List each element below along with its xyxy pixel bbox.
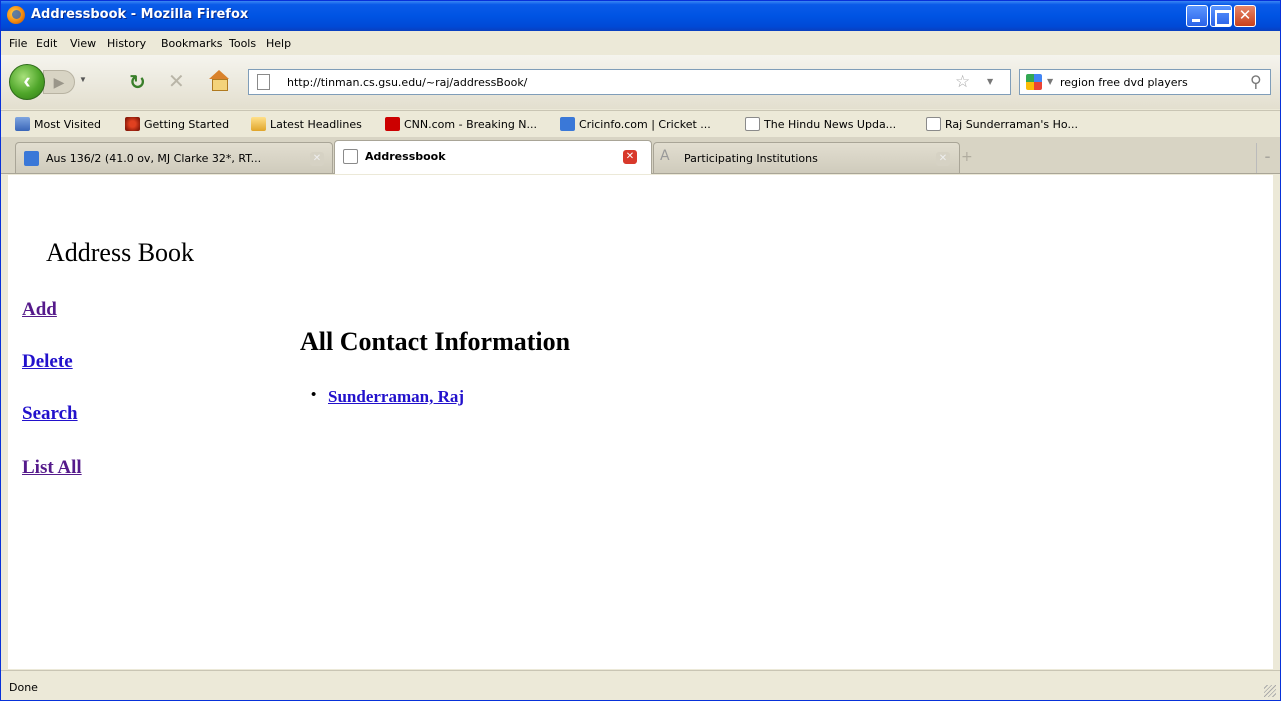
page-icon	[926, 117, 941, 131]
minus-icon: –	[1264, 150, 1271, 163]
main-heading: All Contact Information	[300, 327, 571, 356]
search-input[interactable]: region free dvd players	[1060, 76, 1188, 89]
most-visited-icon	[15, 117, 30, 131]
close-tab-icon[interactable]: ✕	[623, 150, 637, 164]
close-tab-icon[interactable]: ✕	[310, 152, 324, 166]
bookmark-raj-homepage[interactable]: Raj Sunderraman's Ho...	[926, 117, 1078, 131]
menu-view[interactable]: View	[70, 37, 96, 50]
bookmarks-toolbar: Most Visited Getting Started Latest Head…	[1, 110, 1280, 136]
menu-help[interactable]: Help	[266, 37, 291, 50]
title-bar: Addressbook - Mozilla Firefox ✕	[1, 1, 1280, 31]
google-icon[interactable]	[1026, 74, 1042, 90]
bookmark-getting-started[interactable]: Getting Started	[125, 117, 229, 131]
site-title: Address Book	[46, 238, 195, 267]
menu-file[interactable]: File	[9, 37, 27, 50]
page-icon	[343, 149, 358, 164]
page-icon	[745, 117, 760, 131]
cricinfo-icon	[560, 117, 575, 131]
url-text[interactable]: http://tinman.cs.gsu.edu/~raj/addressBoo…	[287, 76, 527, 89]
tab-cricket-score[interactable]: Aus 136/2 (41.0 ov, MJ Clarke 32*, RT...…	[15, 142, 333, 173]
contact-list: Sunderraman, Raj	[311, 387, 464, 407]
menu-history[interactable]: History	[107, 37, 146, 50]
delete-link[interactable]: Delete	[22, 351, 73, 373]
menu-bookmarks[interactable]: Bookmarks	[161, 37, 222, 50]
tab-participating-institutions[interactable]: A Participating Institutions ✕	[653, 142, 960, 173]
menu-tools[interactable]: Tools	[229, 37, 256, 50]
bookmark-cnn[interactable]: CNN.com - Breaking N...	[385, 117, 537, 131]
bookmark-star-icon[interactable]: ☆	[955, 72, 970, 92]
menu-bar: File Edit View History Bookmarks Tools H…	[1, 32, 1280, 54]
forward-arrow-icon: ▶	[53, 74, 65, 90]
home-icon[interactable]	[208, 70, 230, 91]
bookmark-most-visited[interactable]: Most Visited	[15, 117, 101, 131]
search-icon[interactable]: ⚲	[1250, 72, 1262, 91]
list-item: Sunderraman, Raj	[311, 387, 464, 407]
cnn-icon	[385, 117, 400, 131]
close-window-button[interactable]: ✕	[1234, 5, 1256, 27]
search-engine-dropdown-icon[interactable]: ▼	[1047, 77, 1053, 86]
status-text: Done	[9, 681, 38, 694]
navigation-toolbar: ▶ ‹ ▼ ↻ ✕ http://tinman.cs.gsu.edu/~raj/…	[1, 55, 1280, 109]
add-link[interactable]: Add	[22, 299, 57, 321]
minimize-button[interactable]	[1186, 5, 1208, 27]
getting-started-icon	[125, 117, 140, 131]
letter-a-icon: A	[660, 148, 670, 164]
page-icon	[257, 74, 270, 90]
status-bar: Done	[1, 670, 1280, 700]
stop-icon[interactable]: ✕	[168, 69, 185, 94]
page-content: Address Book Add Delete Search List All …	[8, 175, 1273, 669]
rss-folder-icon	[251, 117, 266, 131]
bookmark-cricinfo[interactable]: Cricinfo.com | Cricket ...	[560, 117, 711, 131]
tab-addressbook[interactable]: Addressbook ✕	[334, 140, 652, 174]
browser-window: Addressbook - Mozilla Firefox ✕ File Edi…	[0, 0, 1281, 701]
close-icon: ✕	[1238, 7, 1252, 24]
back-button[interactable]: ‹	[9, 64, 45, 100]
maximize-button[interactable]	[1210, 5, 1232, 27]
new-tab-icon[interactable]: +	[961, 149, 973, 165]
bookmark-the-hindu[interactable]: The Hindu News Upda...	[745, 117, 896, 131]
tab-bar: Aus 136/2 (41.0 ov, MJ Clarke 32*, RT...…	[1, 137, 1280, 174]
search-box[interactable]: ▼ region free dvd players ⚲	[1019, 69, 1271, 95]
bookmark-latest-headlines[interactable]: Latest Headlines	[251, 117, 362, 131]
contact-link[interactable]: Sunderraman, Raj	[328, 387, 464, 406]
close-tab-icon[interactable]: ✕	[936, 152, 950, 166]
firefox-icon	[7, 6, 25, 24]
cricinfo-icon	[24, 151, 39, 166]
resize-grip-icon[interactable]	[1264, 685, 1276, 697]
list-all-link[interactable]: List All	[22, 457, 82, 479]
menu-edit[interactable]: Edit	[36, 37, 57, 50]
url-dropdown-icon[interactable]: ▼	[987, 77, 993, 86]
history-dropdown-icon[interactable]: ▼	[79, 75, 87, 84]
tab-list-button[interactable]: –	[1256, 143, 1278, 173]
reload-icon[interactable]: ↻	[129, 70, 146, 95]
back-arrow-icon: ‹	[23, 68, 31, 93]
forward-button[interactable]: ▶	[43, 70, 75, 94]
url-bar[interactable]: http://tinman.cs.gsu.edu/~raj/addressBoo…	[248, 69, 1011, 95]
search-link[interactable]: Search	[22, 403, 78, 425]
window-title: Addressbook - Mozilla Firefox	[31, 7, 249, 22]
